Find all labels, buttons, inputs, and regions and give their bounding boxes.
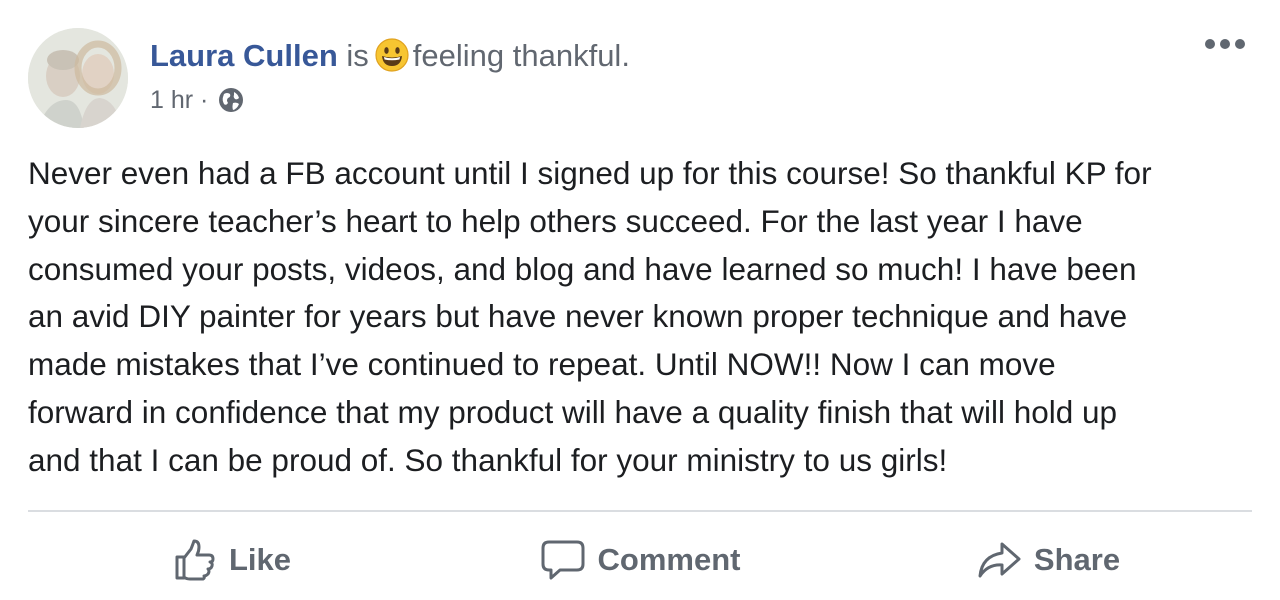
author-name-link[interactable]: Laura Cullen <box>150 38 338 73</box>
avatar-photo <box>28 28 128 128</box>
share-button[interactable]: Share <box>844 522 1252 598</box>
facebook-post: Laura Cullen is feeling thankful. 1 hr · <box>0 0 1280 600</box>
more-options-icon <box>1205 39 1245 49</box>
post-body-line: and that I can be proud of. So thankful … <box>28 441 948 478</box>
comment-label: Comment <box>597 542 741 577</box>
globe-icon[interactable] <box>217 86 245 114</box>
actions-divider <box>28 510 1252 512</box>
status-prefix: is <box>346 38 369 73</box>
timestamp[interactable]: 1 hr <box>150 86 193 114</box>
post-body-line: made mistakes that I’ve continued to rep… <box>28 346 1056 383</box>
meta-separator: · <box>200 86 209 114</box>
post-actions-bar: Like Comment Share <box>28 522 1252 598</box>
thumbs-up-icon <box>175 539 215 581</box>
like-button[interactable]: Like <box>28 522 436 598</box>
post-body-line: Never even had a FB account until I sign… <box>28 155 1152 191</box>
post-meta: 1 hr · <box>150 84 245 116</box>
author-line: Laura Cullen is feeling thankful. <box>150 36 630 76</box>
comment-bubble-icon <box>541 540 585 580</box>
post-body: Never even had a FB account until I sign… <box>28 150 1258 485</box>
share-label: Share <box>1033 542 1121 577</box>
post-body-line: an avid DIY painter for years but have n… <box>28 298 1128 335</box>
more-options-button[interactable] <box>1202 32 1248 56</box>
feeling-text[interactable]: feeling thankful. <box>413 38 630 73</box>
post-body-line: your sincere teacher’s heart to help oth… <box>28 202 1083 239</box>
share-arrow-icon <box>978 542 1021 578</box>
post-header: Laura Cullen is feeling thankful. 1 hr · <box>28 28 1252 128</box>
post-body-line: forward in confidence that my product wi… <box>28 393 1118 430</box>
grinning-face-emoji-icon <box>375 38 409 72</box>
like-label: Like <box>228 542 292 577</box>
post-body-line: consumed your posts, videos, and blog an… <box>28 250 1137 287</box>
avatar[interactable] <box>28 28 128 128</box>
comment-button[interactable]: Comment <box>436 522 844 598</box>
